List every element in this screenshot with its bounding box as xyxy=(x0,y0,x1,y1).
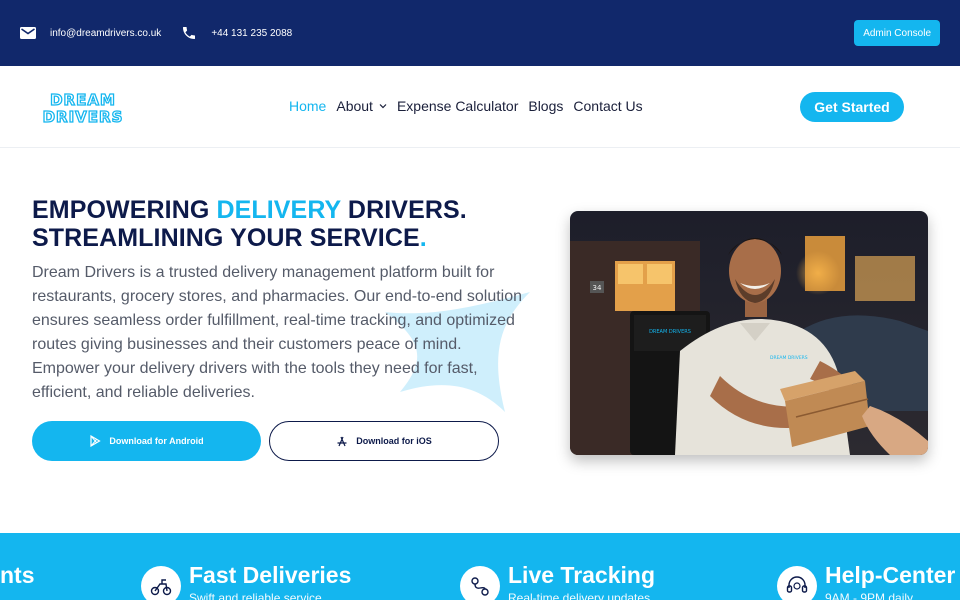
feature-partial: nts xyxy=(0,533,35,589)
feature-fast-deliveries: Fast Deliveries Swift and reliable servi… xyxy=(141,533,351,600)
nav-blogs-label: Blogs xyxy=(528,98,564,114)
download-ios-label: Download for iOS xyxy=(356,436,432,446)
house-number: 34 xyxy=(593,284,602,292)
phone-text: +44 131 235 2088 xyxy=(211,27,293,39)
mail-icon xyxy=(20,27,36,39)
svg-text:DRIVERS: DRIVERS xyxy=(43,108,124,124)
phone-icon xyxy=(183,27,196,39)
nav-contact-us[interactable]: Contact Us xyxy=(573,98,642,114)
hero-heading-part: EMPOWERING xyxy=(32,196,217,224)
nav-home-label: Home xyxy=(289,98,327,114)
feature-title: nts xyxy=(0,562,35,588)
nav-about[interactable]: About xyxy=(336,98,387,114)
email-link[interactable]: info@dreamdrivers.co.uk xyxy=(20,27,161,39)
top-bar: info@dreamdrivers.co.uk +44 131 235 2088… xyxy=(0,0,960,66)
app-store-icon xyxy=(337,436,347,447)
chevron-down-icon xyxy=(379,104,387,109)
hero-heading-highlight: DELIVERY xyxy=(216,196,341,224)
main-header: DREAM DRIVERS Home About Expense Calcula… xyxy=(0,66,960,148)
hero-heading-part: STREAMLINING YOUR SERVICE xyxy=(32,224,420,252)
hero-description: Dream Drivers is a trusted delivery mana… xyxy=(32,264,523,401)
hero-heading-dot: . xyxy=(419,224,427,252)
feature-subtitle: 9AM - 9PM daily xyxy=(825,591,914,600)
phone-link[interactable]: +44 131 235 2088 xyxy=(181,25,292,41)
get-started-button[interactable]: Get Started xyxy=(800,92,904,122)
feature-subtitle: Swift and reliable service xyxy=(189,591,322,600)
delivery-photo-illustration: 34 DREAM DRIVERS DREAM DRIVERS xyxy=(570,211,928,455)
bag-logo-text: DREAM DRIVERS xyxy=(649,329,691,335)
feature-subtitle: Real-time delivery updates xyxy=(508,591,651,600)
svg-text:DREAM: DREAM xyxy=(50,91,116,109)
nav-contact-label: Contact Us xyxy=(573,98,643,114)
download-android-label: Download for Android xyxy=(109,436,204,446)
delivery-driver-photo: 34 DREAM DRIVERS DREAM DRIVERS xyxy=(570,211,928,455)
hero-heading: EMPOWERING DELIVERY DRIVERS. STREAMLININ… xyxy=(32,196,467,252)
download-ios-button[interactable]: Download for iOS xyxy=(269,421,499,461)
nav-expense-calculator[interactable]: Expense Calculator xyxy=(397,98,518,114)
nav-home[interactable]: Home xyxy=(289,98,326,114)
feature-help-center: Help-Center 9AM - 9PM daily xyxy=(777,533,955,600)
headset-icon xyxy=(777,566,817,600)
nav-about-label: About xyxy=(336,98,373,114)
hero-heading-part: DRIVERS. xyxy=(340,196,467,224)
scooter-icon xyxy=(141,566,181,600)
feature-live-tracking: Live Tracking Real-time delivery updates xyxy=(460,533,655,600)
admin-console-button[interactable]: Admin Console xyxy=(854,20,940,46)
feature-title: Help-Center xyxy=(825,562,956,588)
email-text: info@dreamdrivers.co.uk xyxy=(50,27,162,39)
nav-blogs[interactable]: Blogs xyxy=(528,98,563,114)
feature-title: Fast Deliveries xyxy=(189,562,352,588)
feature-title: Live Tracking xyxy=(508,562,656,588)
play-store-icon xyxy=(90,435,102,447)
download-android-button[interactable]: Download for Android xyxy=(32,421,261,461)
nav-expense-label: Expense Calculator xyxy=(396,98,519,114)
features-strip: nts Fast Deliveries Swift and reliable s… xyxy=(0,533,960,600)
dream-drivers-logo[interactable]: DREAM DRIVERS xyxy=(34,90,132,124)
route-icon xyxy=(460,566,500,600)
main-nav: Home About Expense Calculator Blogs Cont… xyxy=(289,98,653,114)
shirt-logo-text: DREAM DRIVERS xyxy=(770,355,808,361)
